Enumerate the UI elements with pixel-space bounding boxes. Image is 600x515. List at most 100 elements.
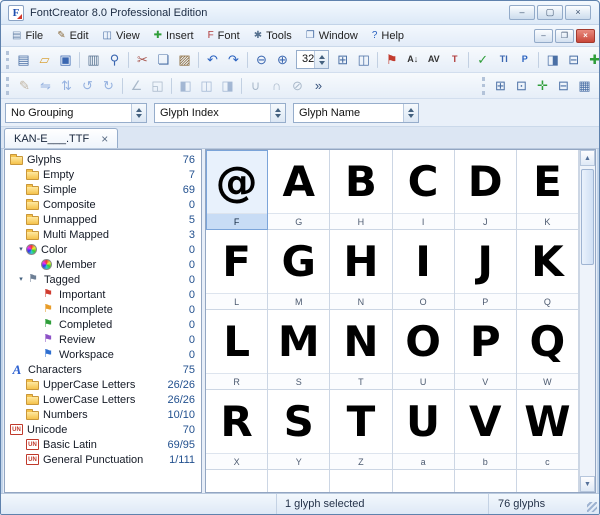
preview-text-icon[interactable]: AV (423, 50, 444, 70)
glyph-cell-R[interactable]: L R (206, 310, 269, 390)
test-font-icon[interactable]: T (444, 50, 465, 70)
exclude-contours-icon[interactable]: ⊘ (287, 76, 308, 96)
comparison-icon[interactable]: ◨ (542, 50, 563, 70)
menu-edit[interactable]: ✎ Edit (50, 25, 95, 46)
skew-icon[interactable]: ∠ (126, 76, 147, 96)
glyph-cell-V[interactable]: P V (454, 310, 517, 390)
metrics-table-icon[interactable]: ⊟ (563, 50, 584, 70)
instructions-icon[interactable]: TI (493, 50, 514, 70)
show-metrics-icon[interactable]: ⊡ (511, 76, 532, 96)
glyph-cell-next[interactable] (454, 470, 517, 492)
tree-item-completed[interactable]: ⚑ Completed 0 (5, 317, 201, 332)
scroll-up-icon[interactable]: ▲ (580, 150, 595, 166)
glyph-cell-c[interactable]: W c (516, 390, 579, 470)
caption-combo[interactable]: Glyph Name (293, 102, 419, 123)
print-icon[interactable]: ▥ (83, 50, 104, 70)
tree-item-tagged[interactable]: ▾ ⚑ Tagged 0 (5, 272, 201, 287)
glyph-cell-P[interactable]: J P (454, 230, 517, 310)
font-size-spin-up-icon[interactable] (318, 52, 325, 59)
grouping-combo[interactable]: No Grouping (5, 102, 147, 123)
tree-item-glyphs[interactable]: Glyphs 76 (5, 152, 201, 167)
flag-glyph-icon[interactable]: ⚑ (381, 50, 402, 70)
glyph-cell-X[interactable]: R X (206, 390, 269, 470)
union-contours-icon[interactable]: ∪ (245, 76, 266, 96)
sort-order-combo[interactable]: Glyph Index (154, 102, 286, 123)
glyph-cell-N[interactable]: H N (330, 230, 393, 310)
glyph-cell-H[interactable]: B H (330, 150, 393, 230)
show-grid-icon[interactable]: ⊞ (490, 76, 511, 96)
toolbar-drag-handle[interactable] (482, 76, 486, 95)
tree-item-workspace[interactable]: ⚑ Workspace 0 (5, 347, 201, 362)
combo-dropdown-button[interactable] (270, 103, 285, 122)
tree-item-unicode[interactable]: UN Unicode 70 (5, 422, 201, 437)
show-guidelines-icon[interactable]: ✛ (532, 76, 553, 96)
glyph-cell-I[interactable]: C I (392, 150, 455, 230)
align-left-icon[interactable]: ◧ (175, 76, 196, 96)
glyph-cell-next[interactable] (516, 470, 579, 492)
tree-item-characters[interactable]: A Characters 75 (5, 362, 201, 377)
flip-vertical-icon[interactable]: ⇅ (56, 76, 77, 96)
tree-item-member[interactable]: Member 0 (5, 257, 201, 272)
scroll-down-icon[interactable]: ▼ (580, 476, 595, 492)
tree-item-multi-mapped[interactable]: Multi Mapped 3 (5, 227, 201, 242)
menu-file[interactable]: ▤ File (5, 25, 50, 46)
zoom-out-icon[interactable]: ⊖ (251, 50, 272, 70)
glyph-cell-G[interactable]: A G (268, 150, 331, 230)
tree-item-empty[interactable]: Empty 7 (5, 167, 201, 182)
tree-item-basic-latin[interactable]: UN Basic Latin 69/95 (5, 437, 201, 452)
rotate-cw-icon[interactable]: ↻ (98, 76, 119, 96)
mdi-minimize-button[interactable]: – (534, 28, 553, 43)
glyph-cell-T[interactable]: N T (330, 310, 393, 390)
new-font-icon[interactable]: ▤ (13, 50, 34, 70)
toolbar-separator[interactable] (538, 51, 540, 68)
rotate-ccw-icon[interactable]: ↺ (77, 76, 98, 96)
search-icon[interactable]: ⚲ (104, 50, 125, 70)
glyph-cell-U[interactable]: O U (392, 310, 455, 390)
copy-icon[interactable]: ❏ (153, 50, 174, 70)
combo-dropdown-button[interactable] (131, 103, 146, 122)
document-tab[interactable]: KAN-E___.TTF × (4, 128, 119, 148)
toolbar-separator[interactable] (171, 77, 172, 94)
maximize-button[interactable]: ▢ (537, 5, 563, 20)
sort-descending-icon[interactable]: A↓ (402, 50, 423, 70)
glyph-cell-K[interactable]: E K (516, 150, 579, 230)
toolbar-separator[interactable] (241, 77, 242, 94)
menu-help[interactable]: ? Help (365, 25, 411, 46)
title-bar[interactable]: F FontCreator 8.0 Professional Edition –… (1, 1, 599, 25)
toolbar-separator[interactable] (377, 51, 379, 68)
snap-to-grid-icon[interactable]: ⊟ (553, 76, 574, 96)
tree-item-incomplete[interactable]: ⚑ Incomplete 0 (5, 302, 201, 317)
glyph-cell-O[interactable]: I O (392, 230, 455, 310)
glyph-cell-next[interactable] (392, 470, 455, 492)
tab-close-icon[interactable]: × (101, 133, 108, 145)
expand-arrow-icon[interactable]: ▾ (16, 276, 26, 283)
toolbar-separator[interactable] (468, 51, 470, 68)
menu-window[interactable]: ❐ Window (299, 25, 365, 46)
toolbar-overflow-chevron[interactable]: » (308, 76, 329, 96)
cut-icon[interactable]: ✂ (132, 50, 153, 70)
combo-dropdown-button[interactable] (403, 103, 418, 122)
contour-mode-icon[interactable]: ✎ (14, 76, 35, 96)
save-font-icon[interactable]: ▣ (55, 50, 76, 70)
glyph-overview-icon[interactable]: ▦ (574, 76, 595, 96)
glyph-cell-Y[interactable]: S Y (268, 390, 331, 470)
tree-item-numbers[interactable]: Numbers 10/10 (5, 407, 201, 422)
glyph-cell-next[interactable] (330, 470, 393, 492)
glyph-cell-W[interactable]: Q W (516, 310, 579, 390)
close-button[interactable]: × (565, 5, 591, 20)
menu-insert[interactable]: ✚ Insert (147, 25, 201, 46)
tree-item-uppercase[interactable]: UpperCase Letters 26/26 (5, 377, 201, 392)
toolbar-drag-handle[interactable] (6, 50, 9, 69)
tree-item-composite[interactable]: Composite 0 (5, 197, 201, 212)
scale-icon[interactable]: ◱ (147, 76, 168, 96)
tree-item-review[interactable]: ⚑ Review 0 (5, 332, 201, 347)
intersect-contours-icon[interactable]: ∩ (266, 76, 287, 96)
toolbar-separator[interactable] (122, 77, 123, 94)
glyph-cell-S[interactable]: M S (268, 310, 331, 390)
mdi-restore-button[interactable]: ❐ (555, 28, 574, 43)
grid-view-icon[interactable]: ⊞ (332, 50, 353, 70)
toolbar-separator[interactable] (128, 51, 129, 68)
insert-character-icon[interactable]: ✚ (584, 50, 599, 70)
glyph-cell-next[interactable] (268, 470, 331, 492)
menu-view[interactable]: ◫ View (96, 25, 147, 46)
